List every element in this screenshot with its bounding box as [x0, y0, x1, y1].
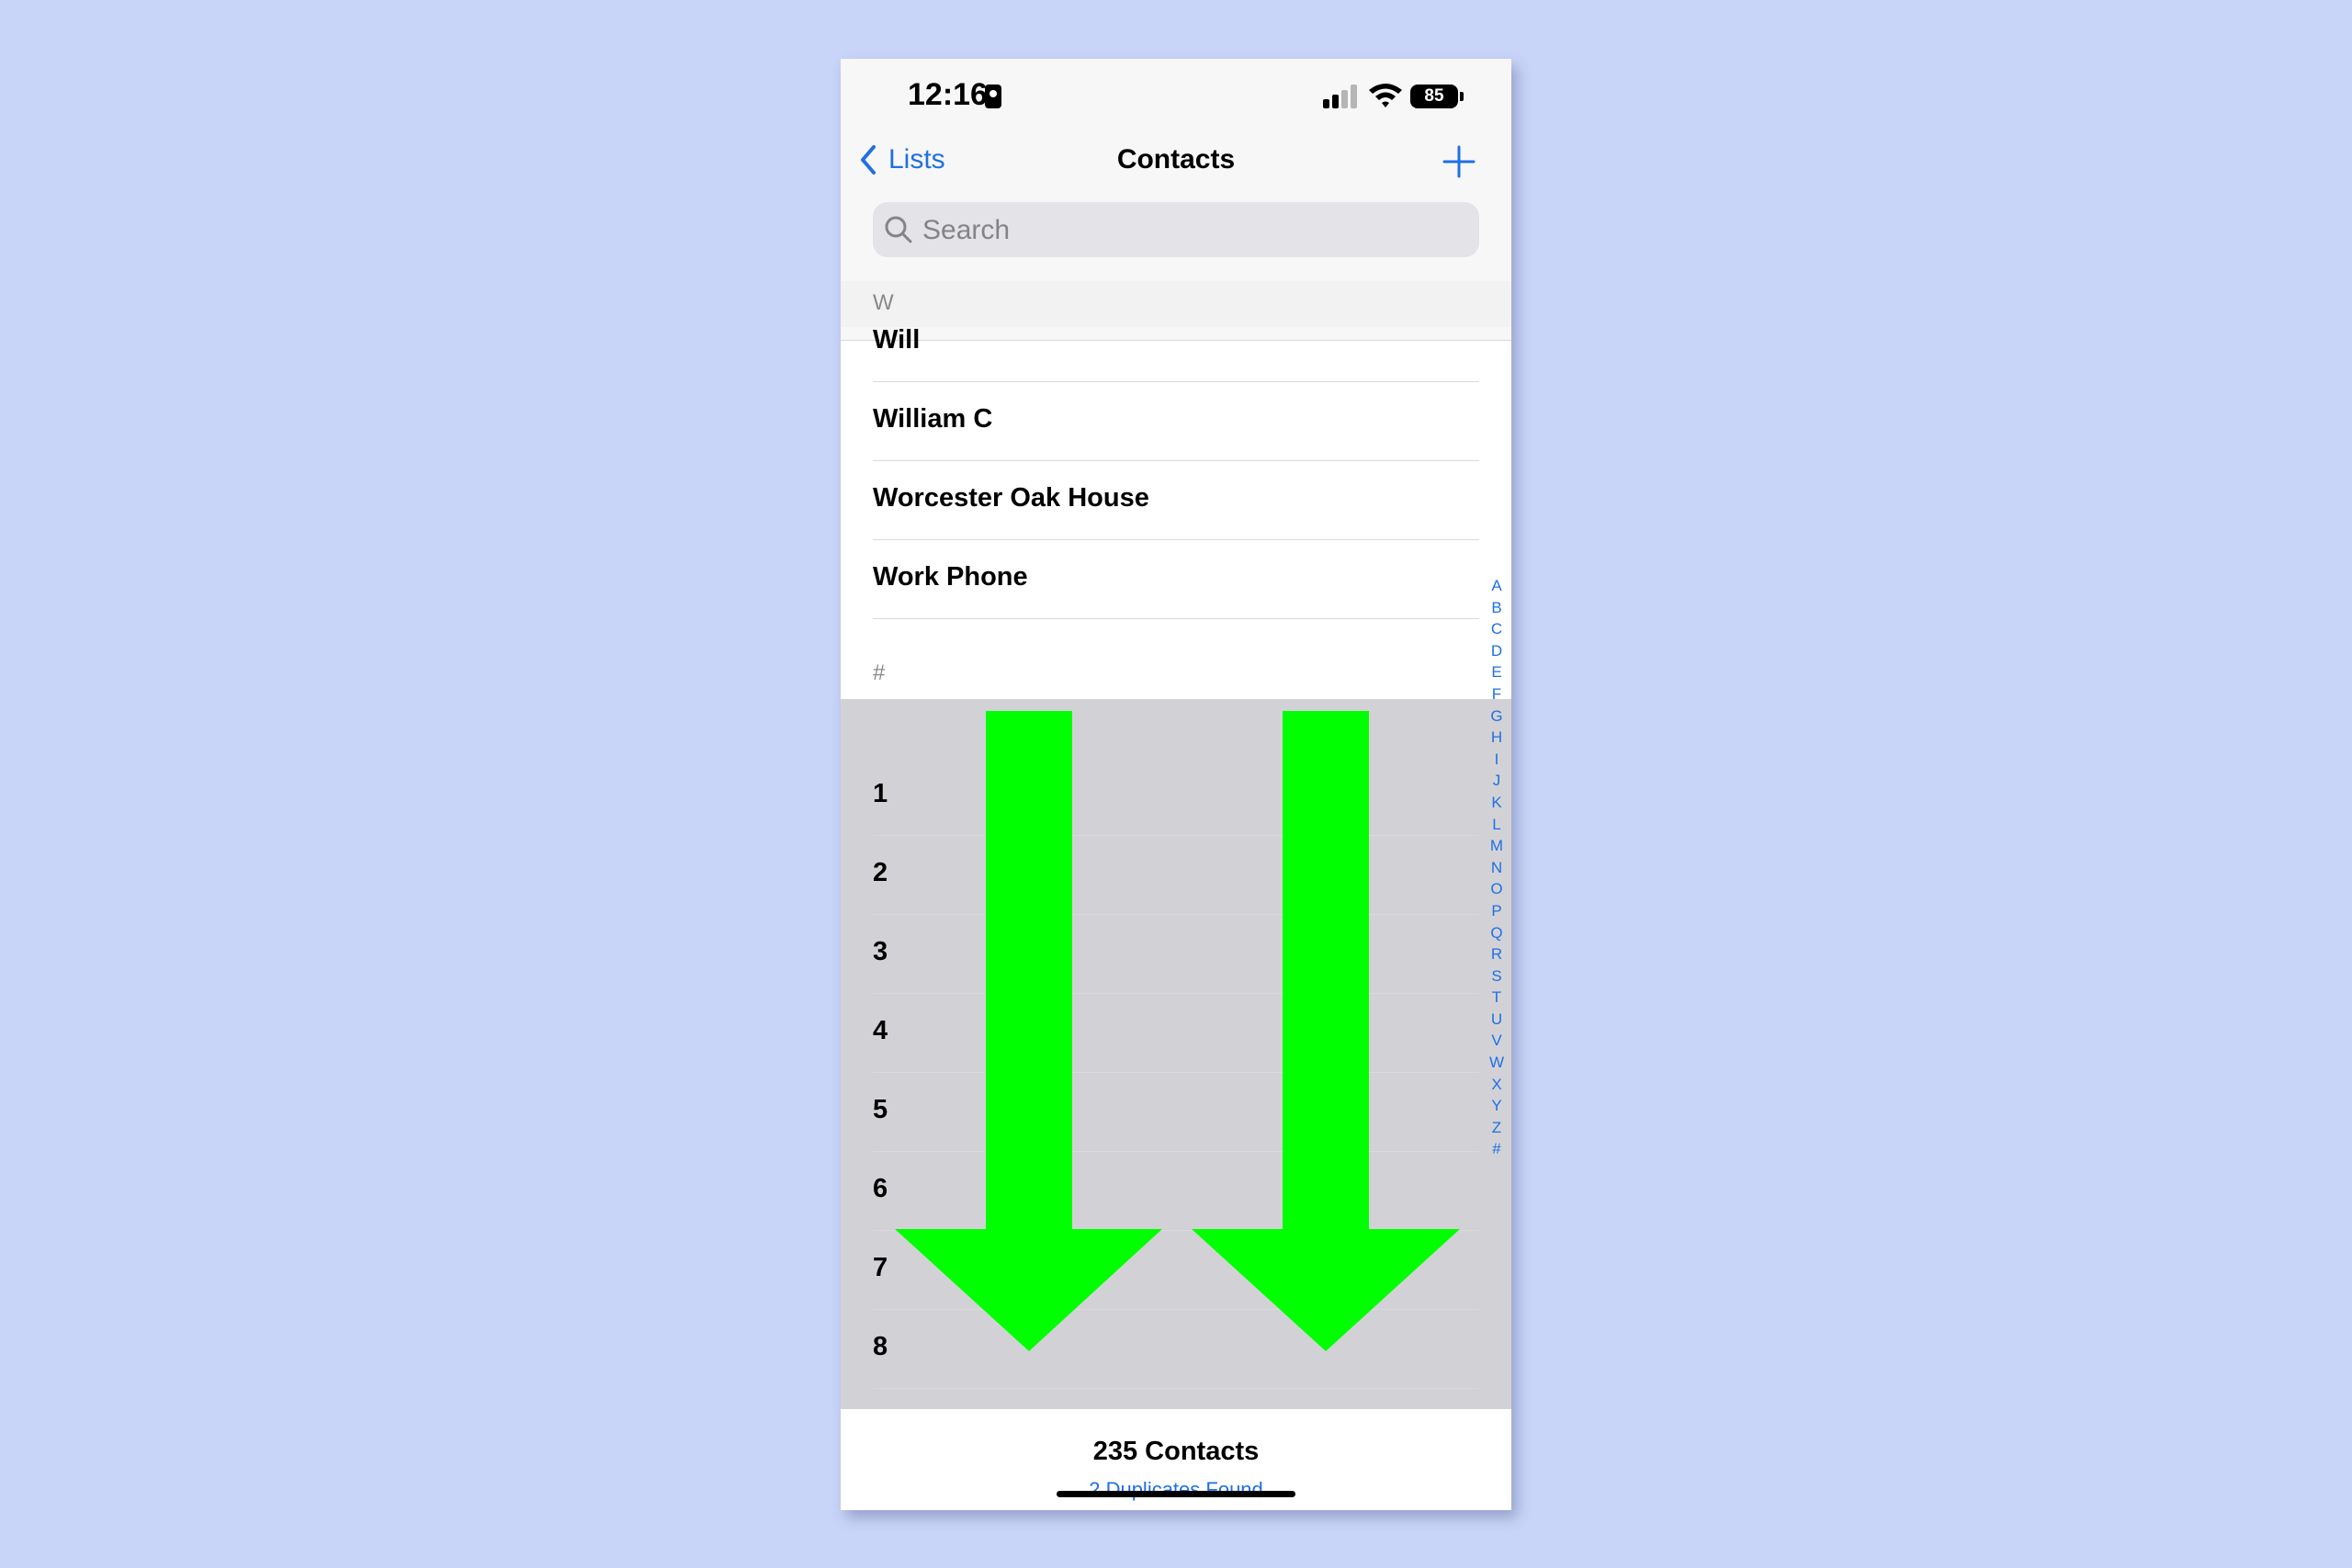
phone-screen: 12:16 85 Lists Contacts Search W Will Wi…: [841, 59, 1511, 1510]
down-arrow-icon: [1192, 711, 1460, 1351]
home-indicator[interactable]: [1057, 1491, 1295, 1497]
contacts-count: 235 Contacts: [1092, 1437, 1260, 1466]
down-arrow-icon: [895, 711, 1162, 1351]
arrow-overlay: [895, 711, 1460, 1351]
duplicates-found-link[interactable]: 2 Duplicates Found: [841, 1478, 1511, 1502]
